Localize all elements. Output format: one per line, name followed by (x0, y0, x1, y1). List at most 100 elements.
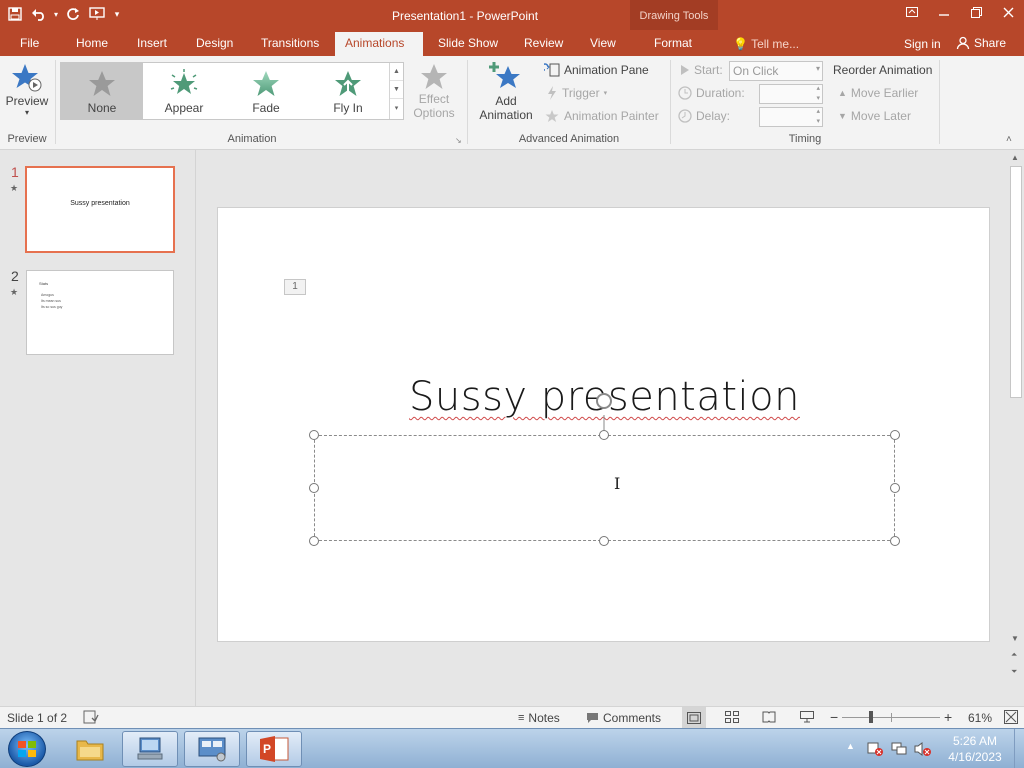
scroll-thumb[interactable] (1010, 166, 1022, 398)
taskbar-explorer[interactable] (62, 731, 118, 767)
slide-sorter-icon[interactable] (725, 711, 739, 723)
animation-painter-button[interactable]: Animation Painter (544, 109, 659, 123)
tab-format[interactable]: Format (654, 36, 692, 50)
tab-view[interactable]: View (590, 36, 616, 50)
animation-order-tag[interactable]: 1 (284, 279, 306, 295)
tab-home[interactable]: Home (76, 36, 108, 50)
gallery-more-icon[interactable]: ▾ (390, 99, 403, 117)
start-select[interactable]: On Click ▾ (729, 61, 823, 81)
save-icon[interactable] (4, 3, 26, 25)
start-from-beginning-icon[interactable] (86, 3, 108, 25)
folder-icon (76, 740, 104, 761)
taskbar-control-panel[interactable] (184, 731, 240, 767)
previous-slide-icon[interactable]: ⏶ (1011, 650, 1017, 660)
resize-handle-n[interactable] (599, 430, 609, 440)
subtitle-placeholder[interactable] (314, 435, 895, 541)
preview-label: Preview (5, 94, 49, 108)
undo-dropdown-icon[interactable]: ▾ (52, 3, 60, 25)
show-hidden-icons[interactable]: ▲ (846, 741, 855, 751)
group-separator (939, 60, 940, 144)
resize-handle-se[interactable] (890, 536, 900, 546)
group-separator (670, 60, 671, 144)
thumbnail-2-bullet: Its so sus guy (41, 305, 63, 309)
slide-thumbnail-2[interactable]: Stats Amogus Its mean sus Its so sus guy (26, 270, 174, 355)
gallery-scroll-down-icon[interactable]: ▼ (390, 81, 403, 99)
collapse-ribbon-icon[interactable]: ˄ (1006, 134, 1012, 145)
taskbar-network-app[interactable] (122, 731, 178, 767)
rotate-handle-icon[interactable] (596, 393, 612, 409)
tab-design[interactable]: Design (196, 36, 233, 50)
resize-handle-e[interactable] (890, 483, 900, 493)
vertical-scrollbar[interactable]: ▲ ▼ ⏶ ⏷ (1008, 150, 1024, 706)
slide-canvas[interactable]: 1 Sussy presentation I (217, 207, 990, 642)
minimize-icon[interactable] (928, 0, 960, 24)
zoom-out-icon[interactable]: − (830, 709, 838, 725)
delay-spin-icon: ▴ ▾ (816, 108, 820, 125)
action-center-icon[interactable] (866, 741, 884, 757)
zoom-in-icon[interactable]: + (944, 709, 952, 725)
ribbon-display-options-icon[interactable] (896, 0, 928, 24)
customize-qat-icon[interactable]: ▾ (110, 3, 124, 25)
network-icon[interactable] (890, 741, 908, 757)
gallery-scroll-up-icon[interactable]: ▲ (390, 63, 403, 81)
reading-view-icon[interactable] (762, 711, 776, 723)
move-later-button[interactable]: ▼ Move Later (838, 109, 911, 123)
redo-icon[interactable] (62, 3, 84, 25)
close-icon[interactable] (992, 0, 1024, 24)
animation-none[interactable]: None (61, 63, 143, 119)
maximize-icon[interactable] (960, 0, 992, 24)
scroll-down-icon[interactable]: ▼ (1011, 634, 1019, 643)
resize-handle-sw[interactable] (309, 536, 319, 546)
undo-icon[interactable] (28, 3, 50, 25)
move-earlier-button[interactable]: ▲ Move Earlier (838, 86, 918, 100)
effect-options-star-icon (421, 64, 447, 89)
resize-handle-nw[interactable] (309, 430, 319, 440)
scroll-up-icon[interactable]: ▲ (1011, 153, 1019, 162)
slide-show-icon[interactable] (800, 711, 814, 723)
comment-icon (587, 713, 598, 723)
animation-pane-button[interactable]: Animation Pane (544, 63, 649, 77)
windows-taskbar: P ▲ 5:26 AM 4/16/2023 (0, 728, 1024, 768)
add-animation-label-1: Add (495, 94, 517, 108)
zoom-percentage[interactable]: 61% (968, 711, 992, 725)
animation-none-label: None (87, 101, 117, 115)
spelling-check-icon[interactable] (83, 710, 99, 724)
slide-counter: Slide 1 of 2 (7, 711, 68, 725)
start-label: Start: (694, 63, 723, 77)
clock[interactable]: 5:26 AM 4/16/2023 (940, 733, 1010, 765)
tab-review[interactable]: Review (524, 36, 563, 50)
animation-fly-in[interactable]: Fly In (307, 63, 389, 119)
normal-view-icon[interactable] (682, 707, 706, 728)
show-desktop-button[interactable] (1014, 729, 1024, 768)
effect-options-button[interactable]: Effect Options (406, 62, 462, 120)
duration-spinner[interactable]: ▴ ▾ (759, 84, 823, 104)
animation-dialog-launcher-icon[interactable]: ↘ (455, 136, 462, 145)
notes-button[interactable]: ≡ Notes (518, 711, 560, 725)
start-button[interactable] (8, 731, 46, 767)
animation-fade[interactable]: Fade (225, 63, 307, 119)
taskbar-powerpoint[interactable]: P (246, 731, 302, 767)
delay-spinner[interactable]: ▴ ▾ (759, 107, 823, 127)
animation-appear[interactable]: Appear (143, 63, 225, 119)
next-slide-icon[interactable]: ⏷ (1011, 667, 1017, 677)
slide-thumbnail-1[interactable]: Sussy presentation (25, 166, 175, 253)
fit-to-window-icon[interactable] (1004, 710, 1018, 724)
tell-me-search[interactable]: 💡 Tell me... (733, 37, 799, 51)
trigger-button[interactable]: Trigger ▾ (546, 86, 607, 100)
tab-file[interactable]: File (20, 36, 39, 50)
text-cursor-icon: I (614, 474, 621, 493)
add-animation-button[interactable]: Add Animation (472, 60, 540, 122)
zoom-slider-thumb[interactable] (869, 711, 873, 723)
tab-slide-show[interactable]: Slide Show (438, 36, 498, 50)
share-button[interactable]: Share (956, 36, 1006, 50)
resize-handle-ne[interactable] (890, 430, 900, 440)
resize-handle-s[interactable] (599, 536, 609, 546)
volume-muted-icon[interactable] (914, 741, 932, 757)
preview-button[interactable]: Preview ▾ (4, 62, 50, 117)
tab-animations[interactable]: Animations (335, 32, 423, 56)
sign-in-link[interactable]: Sign in (904, 37, 941, 51)
tab-insert[interactable]: Insert (137, 36, 167, 50)
comments-button[interactable]: Comments (586, 711, 661, 725)
resize-handle-w[interactable] (309, 483, 319, 493)
tab-transitions[interactable]: Transitions (261, 36, 319, 50)
